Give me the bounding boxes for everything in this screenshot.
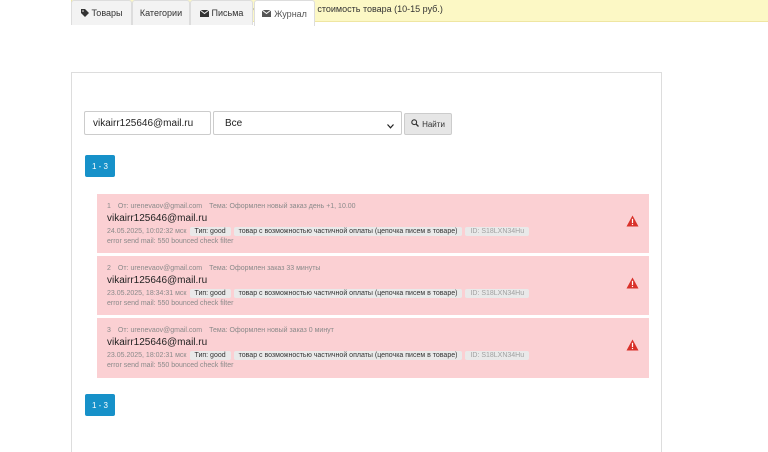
email-filter-input[interactable] [84, 111, 211, 135]
entry-meta: 3 От: urenevaov@gmail.com Тема: Оформлен н… [107, 327, 341, 334]
tag-icon [80, 9, 89, 17]
entry-product-badge: товар с возможностью частичной оплаты (ц… [233, 351, 463, 360]
entry-meta: 2 От: urenevaov@gmail.com Тема: Оформлен з… [107, 265, 327, 272]
entry-from: От: urenevaov@gmail.com [117, 265, 203, 272]
entry-from: От: urenevaov@gmail.com [117, 327, 203, 334]
entry-error: error send mail: 550 bounced check filte… [107, 300, 234, 307]
status-select[interactable]: Все [213, 111, 402, 135]
pagination-button-bottom[interactable]: 1 - 3 [85, 394, 115, 416]
entry-product-badge: товар с возможностью частичной оплаты (ц… [233, 289, 463, 298]
entry-subject: Тема: Оформлен новый заказ 0 минут [209, 327, 334, 334]
entry-type-badge: Тип: good [189, 289, 231, 298]
envelope-icon [199, 9, 209, 17]
log-entry: 3 От: urenevaov@gmail.com Тема: Оформлен н… [97, 318, 649, 378]
entry-date: 23.05.2025, 18:34:31 мск [107, 290, 187, 297]
entry-recipient: vikairr125646@mail.ru [107, 213, 208, 224]
warning-icon [626, 214, 639, 232]
entry-error: error send mail: 550 bounced check filte… [107, 238, 234, 245]
log-entry: 1 От: urenevaov@gmail.com Тема: Оформлен н… [97, 194, 649, 253]
entry-number: 1 [107, 203, 111, 210]
warning-icon [626, 276, 639, 294]
search-label: Найти [422, 119, 445, 129]
entry-error: error send mail: 550 bounced check filte… [107, 362, 234, 369]
search-button[interactable]: Найти [404, 113, 452, 135]
tab-label: Письма [211, 8, 244, 18]
entry-subject: Тема: Оформлен новый заказ день +1, 10.0… [209, 203, 356, 210]
tab-categories[interactable]: Категории [132, 0, 190, 25]
entry-type-badge: Тип: good [189, 227, 231, 236]
entry-number: 3 [107, 327, 111, 334]
tab-label: Товары [91, 8, 123, 18]
tab-label: Журнал [274, 8, 307, 19]
entry-id-badge: ID: S18LXN34Hu [465, 227, 530, 236]
entry-meta: 1 От: urenevaov@gmail.com Тема: Оформлен н… [107, 203, 363, 210]
tab-products[interactable]: Товары [71, 0, 132, 25]
envelope-icon [262, 10, 272, 17]
warning-icon [626, 338, 639, 356]
entry-recipient: vikairr125646@mail.ru [107, 337, 208, 348]
entry-recipient: vikairr125646@mail.ru [107, 275, 208, 286]
entry-product-badge: товар с возможностью частичной оплаты (ц… [233, 227, 463, 236]
tab-letters[interactable]: Письма [190, 0, 253, 25]
entry-from: От: urenevaov@gmail.com [117, 203, 203, 210]
chevron-down-icon [387, 121, 394, 132]
pagination-button-top[interactable]: 1 - 3 [85, 155, 115, 177]
entry-date: 23.05.2025, 18:02:31 мск [107, 352, 187, 359]
search-icon [411, 119, 420, 129]
entry-details: 23.05.2025, 18:34:31 мск Тип: good товар… [107, 288, 530, 299]
entry-type-badge: Тип: good [189, 351, 231, 360]
entry-id-badge: ID: S18LXN34Hu [465, 351, 530, 360]
log-entry: 2 От: urenevaov@gmail.com Тема: Оформлен з… [97, 256, 649, 315]
entry-date: 24.05.2025, 10:02:32 мск [107, 228, 187, 235]
select-value: Все [225, 117, 243, 129]
entry-subject: Тема: Оформлен заказ 33 минуты [209, 265, 321, 272]
entry-id-badge: ID: S18LXN34Hu [465, 289, 530, 298]
tab-label: Категории [139, 8, 183, 18]
entry-number: 2 [107, 265, 111, 272]
entry-details: 23.05.2025, 18:02:31 мск Тип: good товар… [107, 350, 530, 361]
entry-details: 24.05.2025, 10:02:32 мск Тип: good товар… [107, 226, 530, 237]
tab-journal[interactable]: Журнал [254, 0, 315, 26]
